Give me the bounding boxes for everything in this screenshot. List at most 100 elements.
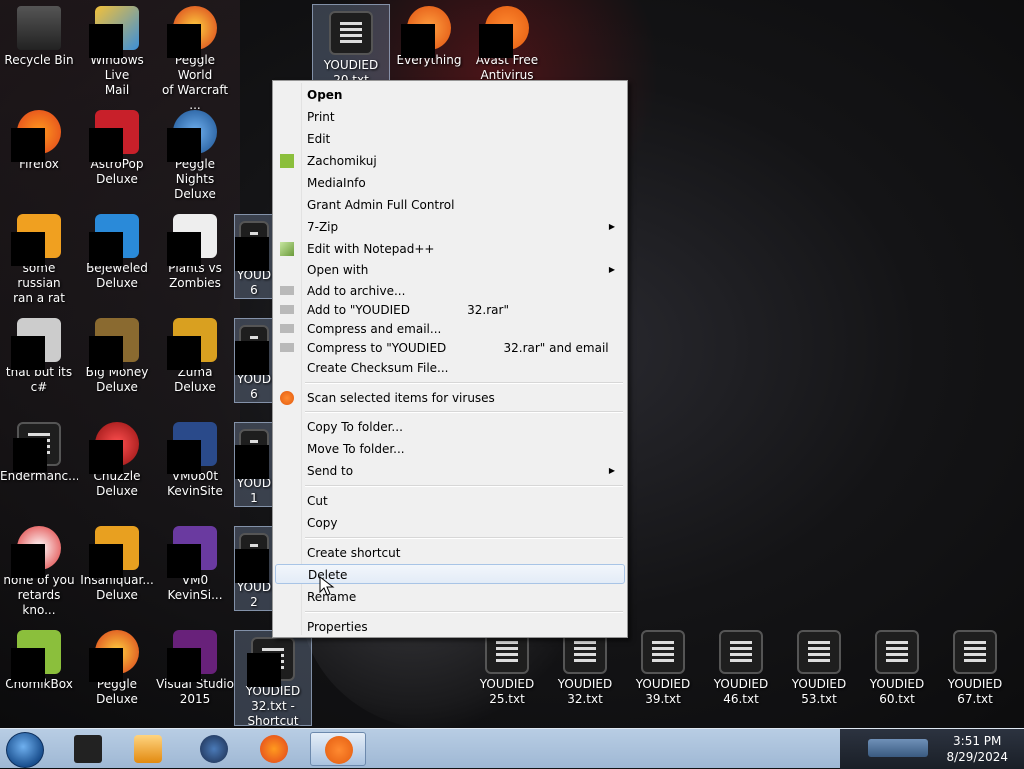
menu-item-label: Scan selected items for viruses	[307, 391, 495, 405]
desktop-icon-youdied-shortcut[interactable]: YOUDIED 32.txt - Shortcut	[234, 630, 312, 728]
desktop-icon-youdied-46[interactable]: YOUDIED 46.txt	[702, 624, 780, 707]
desktop-icon-visual-studio[interactable]: Visual Studio 2015	[156, 624, 234, 707]
menu-item-label: Compress and email...	[307, 322, 442, 336]
icon-label: KevinSite	[167, 484, 223, 498]
desktop-icon-avast[interactable]: Avast Free Antivirus	[468, 0, 546, 83]
menu-item-copy-to-folder[interactable]: Copy To folder...	[275, 417, 625, 437]
taskbar-app-firefox[interactable]	[246, 732, 302, 766]
desktop-icon-zuma-deluxe[interactable]: Zuma Deluxe	[156, 312, 234, 395]
file-icon	[235, 221, 269, 271]
menu-item-edit[interactable]: Edit	[275, 129, 625, 149]
menu-item-label: Compress to "YOUDIED 32.rar" and email	[307, 341, 609, 355]
desktop-icon-insaniquarium[interactable]: Insaniquar... Deluxe	[78, 520, 156, 603]
terminal-icon	[74, 735, 102, 763]
desktop-icon-youdied-20[interactable]: YOUDIED 20.txt	[312, 4, 390, 89]
menu-item-properties[interactable]: Properties	[275, 617, 625, 637]
globe-icon	[200, 735, 228, 763]
menu-item-open[interactable]: Open	[275, 85, 625, 105]
desktop-icon-peggle-deluxe[interactable]: Peggle Deluxe	[78, 624, 156, 707]
menu-item-compress-email[interactable]: Compress and email...	[275, 319, 625, 339]
desktop-icon-chomikbox[interactable]: ChomikBox	[0, 624, 78, 692]
submenu-arrow-icon: ▶	[608, 265, 615, 274]
menu-item-copy[interactable]: Copy	[275, 513, 625, 533]
icon-label: 1	[250, 491, 258, 505]
icon-label: YOUDIED	[557, 677, 613, 691]
desktop-icon-peggle-nights[interactable]: Peggle Nights Deluxe	[156, 104, 234, 202]
desktop-icon-youdied-53[interactable]: YOUDIED 53.txt	[780, 624, 858, 707]
desktop-icon-some-russian[interactable]: some russian ran a rat	[0, 208, 78, 306]
menu-separator	[305, 537, 623, 539]
menu-item-create-shortcut[interactable]: Create shortcut	[275, 543, 625, 563]
app-icon	[167, 526, 217, 578]
icon-label: 32.txt	[567, 692, 603, 706]
menu-separator	[305, 485, 623, 487]
menu-item-print[interactable]: Print	[275, 107, 625, 127]
app-icon	[11, 318, 61, 370]
desktop-icon-vm0[interactable]: VM0 KevinSi...	[156, 520, 234, 603]
avast-icon	[479, 6, 529, 58]
desktop-icon-firefox[interactable]: Firefox	[0, 104, 78, 172]
icon-label: YOUDIED	[323, 58, 379, 72]
desktop-icon-youdied-partial[interactable]: YOUD 6	[234, 318, 274, 403]
menu-item-add-to-rar[interactable]: Add to "YOUDIED 32.rar"	[275, 300, 625, 320]
menu-item-create-checksum[interactable]: Create Checksum File...	[275, 358, 625, 378]
taskbar-app-media-player[interactable]	[120, 732, 176, 766]
desktop-icon-that-but-its-c[interactable]: that but its c#	[0, 312, 78, 395]
icon-label: Shortcut	[247, 714, 299, 728]
menu-item-zachomikuj[interactable]: Zachomikuj	[275, 151, 625, 171]
desktop-icon-bejeweled[interactable]: Bejeweled Deluxe	[78, 208, 156, 291]
desktop-icon-chuzzle[interactable]: Chuzzle Deluxe	[78, 416, 156, 499]
desktop-icon-youdied-60[interactable]: YOUDIED 60.txt	[858, 624, 936, 707]
menu-item-add-to-archive[interactable]: Add to archive...	[275, 281, 625, 301]
desktop-icon-youdied-partial[interactable]: YOUD 6	[234, 214, 274, 299]
visual-studio-icon	[167, 630, 217, 682]
desktop-icon-big-money[interactable]: Big Money Deluxe	[78, 312, 156, 395]
desktop-icon-vm0b0t[interactable]: VM0b0t KevinSite	[156, 416, 234, 499]
desktop-icon-youdied-67[interactable]: YOUDIED 67.txt	[936, 624, 1014, 707]
network-icon[interactable]	[868, 739, 928, 757]
desktop-icon-endermanc[interactable]: Endermanc...	[0, 416, 78, 484]
menu-item-compress-to-rar-email[interactable]: Compress to "YOUDIED 32.rar" and email	[275, 338, 625, 358]
notepadpp-icon	[280, 242, 294, 256]
menu-item-7zip[interactable]: 7-Zip ▶	[275, 217, 625, 237]
desktop-icon-plants-vs-zombies[interactable]: Plants vs Zombies	[156, 208, 234, 291]
desktop-icon-recycle-bin[interactable]: Recycle Bin	[0, 0, 78, 68]
desktop-icon-youdied-39[interactable]: YOUDIED 39.txt	[624, 624, 702, 707]
icon-label: YOUDIED	[713, 677, 769, 691]
desktop-icon-astropop[interactable]: AstroPop Deluxe	[78, 104, 156, 187]
menu-item-grant-admin[interactable]: Grant Admin Full Control	[275, 195, 625, 215]
menu-item-cut[interactable]: Cut	[275, 491, 625, 511]
desktop-icon-everything[interactable]: Everything	[390, 0, 468, 68]
start-button[interactable]	[6, 732, 44, 768]
desktop-icon-youdied-partial[interactable]: YOUD 2	[234, 526, 274, 611]
menu-item-label: Properties	[307, 620, 368, 634]
icon-label: Deluxe	[96, 276, 138, 290]
recycle-bin-icon	[17, 6, 61, 50]
menu-item-label: 7-Zip	[307, 220, 339, 234]
app-icon	[167, 6, 217, 58]
app-icon	[89, 526, 139, 578]
file-icon	[641, 630, 685, 674]
winrar-icon	[280, 305, 294, 314]
clock-time: 3:51 PM	[953, 734, 1002, 748]
taskbar-app-avast[interactable]	[310, 732, 366, 766]
icon-label: Deluxe	[96, 172, 138, 186]
desktop-icon-windows-live-mail[interactable]: Windows Live Mail	[78, 0, 156, 98]
desktop-icon-youdied-partial[interactable]: YOUD 1	[234, 422, 274, 507]
menu-item-mediainfo[interactable]: MediaInfo	[275, 173, 625, 193]
menu-item-notepadpp[interactable]: Edit with Notepad++	[275, 239, 625, 259]
desktop-icon-peggle-world[interactable]: Peggle World of Warcraft ...	[156, 0, 234, 113]
menu-item-move-to-folder[interactable]: Move To folder...	[275, 439, 625, 459]
menu-item-label: Create Checksum File...	[307, 361, 449, 375]
app-icon	[167, 214, 217, 266]
icon-label: YOUDIED	[947, 677, 1003, 691]
clock[interactable]: 3:51 PM 8/29/2024	[946, 733, 1008, 765]
menu-item-open-with[interactable]: Open with ▶	[275, 260, 625, 280]
firefox-icon	[11, 110, 61, 162]
menu-item-send-to[interactable]: Send to ▶	[275, 461, 625, 481]
taskbar-app-globe[interactable]	[186, 732, 242, 766]
desktop-icon-none-of-you[interactable]: none of you retards kno...	[0, 520, 78, 618]
menu-item-label: Copy To folder...	[307, 420, 403, 434]
menu-item-scan-viruses[interactable]: Scan selected items for viruses	[275, 388, 625, 408]
taskbar-app-terminal[interactable]	[60, 732, 116, 766]
